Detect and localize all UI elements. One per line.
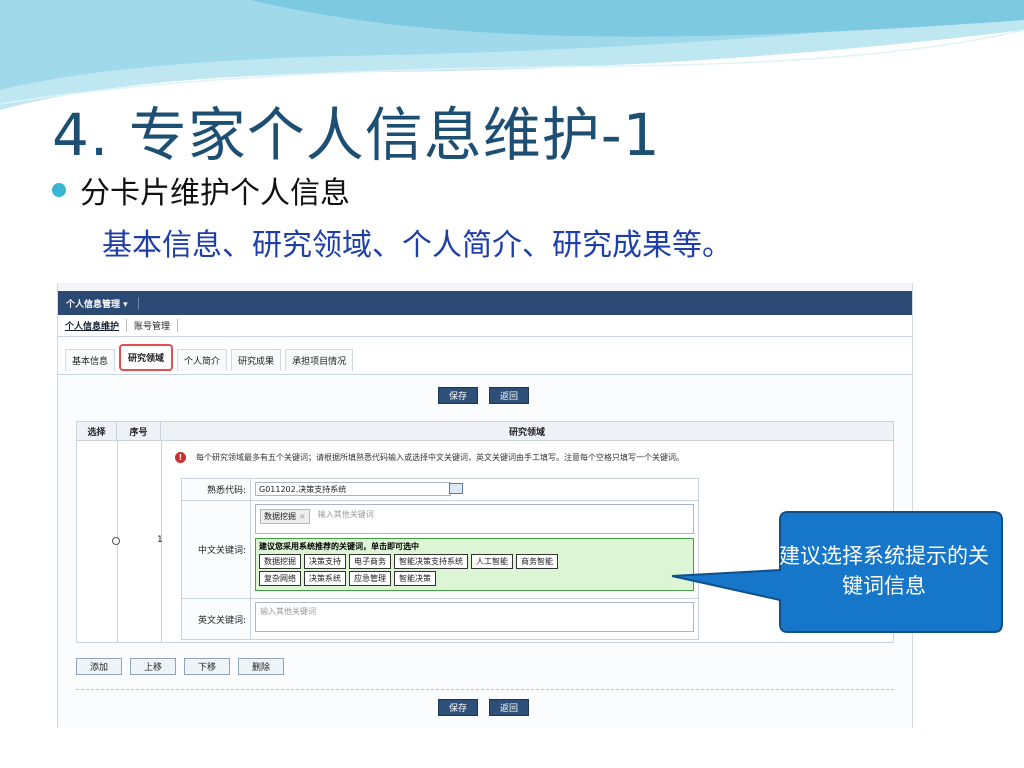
app-top-strip xyxy=(58,283,912,291)
code-value-cell: G011202.决策支持系统 xyxy=(251,479,698,500)
remove-tag-icon[interactable]: × xyxy=(299,512,306,521)
suggest-title: 建议您采用系统推荐的关键词，单击即可选中 xyxy=(259,542,419,551)
keyword-option[interactable]: 决策支持 xyxy=(304,554,346,569)
header-field: 研究领域 xyxy=(508,427,545,438)
header-seq: 序号 xyxy=(117,422,161,440)
tab-profile[interactable]: 个人简介 xyxy=(177,349,228,371)
row-select-radio[interactable] xyxy=(112,537,120,545)
warning-icon: ! xyxy=(175,452,186,463)
keyword-option[interactable]: 决策系统 xyxy=(304,571,346,586)
en-keyword-label: 英文关键词: xyxy=(182,599,251,639)
move-up-button[interactable]: 上移 xyxy=(130,658,176,675)
keyword-tag-label: 数据挖掘 xyxy=(264,512,296,521)
cn-keyword-row: 中文关键词: 数据挖掘 × 输入其他关键词 建议您采用系统推荐的关键词，单击即可选… xyxy=(182,501,698,599)
keyword-form: 熟悉代码: G011202.决策支持系统 中文关键词: 数据挖掘 × 输入其他关键… xyxy=(181,478,699,640)
tab-research-field[interactable]: 研究领域 xyxy=(119,344,174,371)
sub-text: 基本信息、研究领域、个人简介、研究成果等。 xyxy=(102,228,732,263)
keyword-option[interactable]: 电子商务 xyxy=(349,554,391,569)
keyword-option[interactable]: 智能决策 xyxy=(394,571,436,586)
tab-projects[interactable]: 承担项目情况 xyxy=(285,349,354,371)
code-picker-icon[interactable] xyxy=(449,483,463,494)
slide-title: 4. 专家个人信息维护-1 xyxy=(52,101,661,169)
back-button-top[interactable]: 返回 xyxy=(489,387,529,404)
en-keyword-row: 英文关键词: 输入其他关键词 xyxy=(182,599,698,639)
add-button[interactable]: 添加 xyxy=(76,658,122,675)
keyword-option[interactable]: 复杂网络 xyxy=(259,571,301,586)
en-keyword-placeholder: 输入其他关键词 xyxy=(260,607,316,616)
en-keyword-cell: 输入其他关键词 xyxy=(251,599,698,639)
cn-keyword-input[interactable]: 数据挖掘 × 输入其他关键词 xyxy=(255,504,694,534)
keyword-tag[interactable]: 数据挖掘 × xyxy=(260,509,310,524)
app-subnav: 个人信息维护 账号管理 xyxy=(58,315,912,337)
back-button-bottom[interactable]: 返回 xyxy=(489,699,529,716)
tab-research-results[interactable]: 研究成果 xyxy=(231,349,282,371)
keyword-option[interactable]: 应急管理 xyxy=(349,571,391,586)
save-button-bottom[interactable]: 保存 xyxy=(438,699,478,716)
row-seq-number: 1 xyxy=(157,535,163,545)
personal-info-menu[interactable]: 个人信息管理 ▾ xyxy=(66,296,139,310)
table-header: 选择 序号 研究领域 xyxy=(77,422,893,441)
code-label: 熟悉代码: xyxy=(182,479,251,500)
code-input[interactable]: G011202.决策支持系统 xyxy=(255,482,451,496)
bullet-dot-icon xyxy=(52,183,66,197)
keyword-option[interactable]: 人工智能 xyxy=(471,554,513,569)
info-text: 每个研究领域最多有五个关键词；请根据所填熟悉代码输入或选择中文关键词，英文关键词… xyxy=(196,453,684,462)
dashed-divider xyxy=(76,689,894,690)
keyword-line-2: 复杂网络 决策系统 应急管理 智能决策 xyxy=(259,571,690,586)
cn-keyword-label: 中文关键词: xyxy=(182,501,251,598)
save-button-top[interactable]: 保存 xyxy=(438,387,478,404)
subnav-account[interactable]: 账号管理 xyxy=(127,319,179,332)
move-down-button[interactable]: 下移 xyxy=(184,658,230,675)
callout-text: 建议选择系统提示的关键词信息 xyxy=(779,544,989,598)
keyword-line-1: 数据挖掘 决策支持 电子商务 智能决策支持系统 人工智能 商务智能 xyxy=(259,554,690,569)
code-row: 熟悉代码: G011202.决策支持系统 xyxy=(182,479,698,501)
bullet-text: 分卡片维护个人信息 xyxy=(80,176,350,211)
header-select: 选择 xyxy=(77,422,117,440)
keyword-option[interactable]: 智能决策支持系统 xyxy=(394,554,468,569)
bullet-row: 分卡片维护个人信息 xyxy=(52,168,350,212)
app-screenshot: 个人信息管理 ▾ 个人信息维护 账号管理 基本信息 研究领域 个人简介 研究成果… xyxy=(57,283,913,728)
app-topbar: 个人信息管理 ▾ xyxy=(58,291,912,315)
keyword-suggestions: 建议您采用系统推荐的关键词，单击即可选中 数据挖掘 决策支持 电子商务 智能决策… xyxy=(255,538,694,591)
info-row: ! 每个研究领域最多有五个关键词；请根据所填熟悉代码输入或选择中文关键词，英文关… xyxy=(175,452,684,463)
cn-keyword-cell: 数据挖掘 × 输入其他关键词 建议您采用系统推荐的关键词，单击即可选中 数据挖掘 … xyxy=(251,501,698,598)
tab-bar: 基本信息 研究领域 个人简介 研究成果 承担项目情况 xyxy=(58,343,912,371)
keyword-option[interactable]: 商务智能 xyxy=(516,554,558,569)
keyword-option[interactable]: 数据挖掘 xyxy=(259,554,301,569)
tab-basic-info[interactable]: 基本信息 xyxy=(65,349,116,371)
cn-keyword-placeholder: 输入其他关键词 xyxy=(317,510,374,519)
subnav-personal-info[interactable]: 个人信息维护 xyxy=(65,319,128,332)
delete-button[interactable]: 删除 xyxy=(238,658,284,675)
en-keyword-input[interactable]: 输入其他关键词 xyxy=(255,602,694,632)
